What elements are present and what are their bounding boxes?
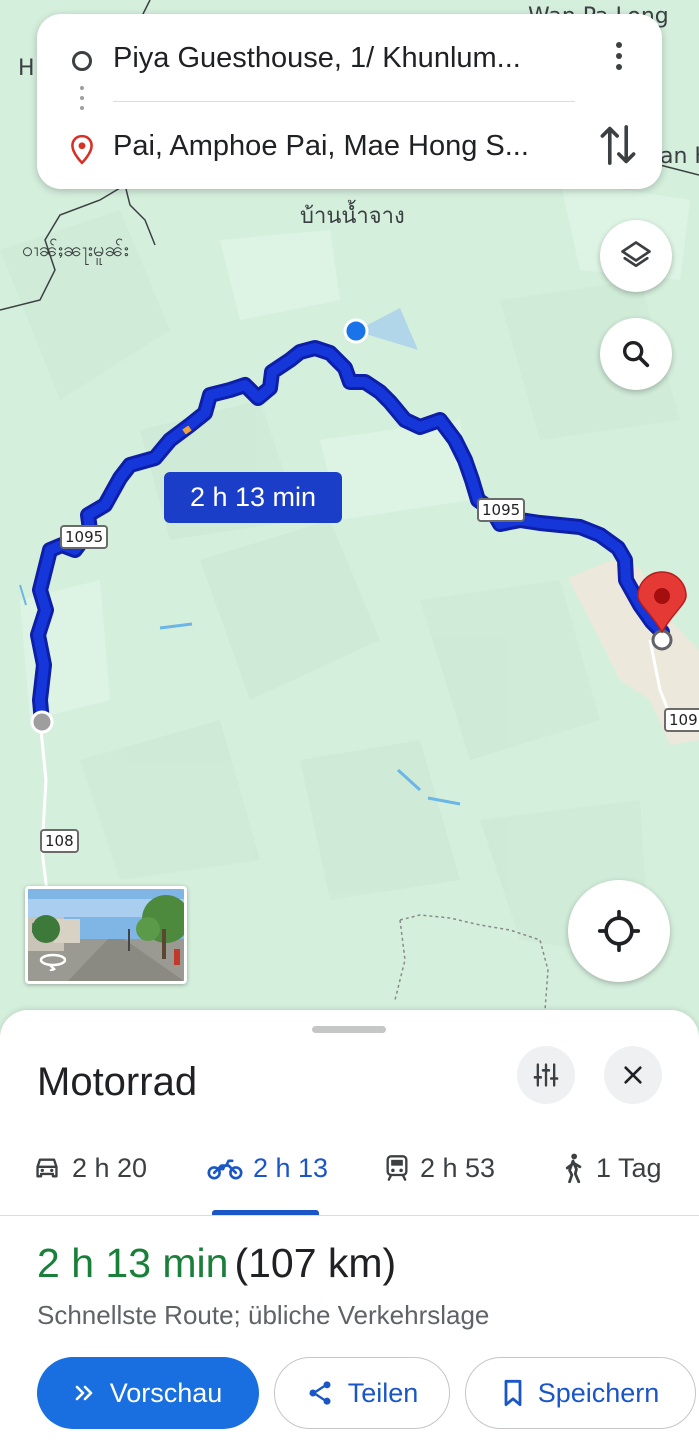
sheet-title: Motorrad	[37, 1060, 198, 1104]
save-label: Speichern	[537, 1377, 660, 1408]
close-button[interactable]	[604, 1046, 662, 1104]
map-label-top-left: H	[18, 56, 35, 81]
sheet-drag-handle[interactable]	[312, 1026, 386, 1033]
map-label-shan: ဝၢၼ်ႈၼႃးမူၼ်း	[22, 237, 129, 261]
layers-icon	[621, 241, 651, 268]
transit-icon	[386, 1155, 408, 1181]
route-options-button[interactable]	[517, 1046, 575, 1104]
duration-value: 2 h 13 min	[37, 1240, 229, 1286]
car-icon	[36, 1158, 58, 1178]
crosshair-icon	[597, 909, 641, 953]
mode-time-walk: 1 Tag	[596, 1152, 662, 1183]
search-icon	[622, 340, 650, 368]
rotate-360-icon	[39, 953, 67, 971]
origin-field[interactable]: Piya Guesthouse, 1/ Khunlum...	[113, 42, 521, 75]
my-location-button[interactable]	[568, 880, 670, 982]
mode-time-motorcycle: 2 h 13	[253, 1152, 329, 1183]
mode-tab-walk[interactable]: 1 Tag	[560, 1148, 662, 1188]
share-label: Teilen	[347, 1377, 419, 1408]
swap-icon[interactable]	[598, 122, 638, 168]
mode-tab-transit[interactable]: 2 h 53	[384, 1148, 495, 1188]
mode-time-car: 2 h 20	[72, 1152, 148, 1183]
road-shield: 109	[664, 708, 699, 732]
distance-value: (107 km)	[234, 1240, 397, 1286]
origin-circle-icon	[72, 51, 92, 71]
layers-button[interactable]	[600, 220, 672, 292]
walk-icon	[565, 1153, 582, 1183]
street-view-thumbnail[interactable]	[25, 886, 187, 984]
double-chevron-right-icon	[75, 1385, 93, 1401]
route-duration: 2 h 13 min (107 km)	[37, 1240, 396, 1287]
mode-tab-car[interactable]: 2 h 20	[32, 1148, 147, 1188]
share-button[interactable]: Teilen	[274, 1357, 450, 1429]
mode-tab-motorcycle[interactable]: 2 h 13	[207, 1148, 328, 1188]
field-divider	[113, 101, 575, 102]
road-shield: 108	[40, 829, 79, 853]
map-label-right: an H	[660, 144, 699, 169]
more-options-icon[interactable]	[604, 42, 634, 76]
preview-label: Vorschau	[109, 1377, 223, 1408]
route-description: Schnellste Route; übliche Verkehrslage	[37, 1300, 490, 1330]
destination-field[interactable]: Pai, Amphoe Pai, Mae Hong S...	[113, 130, 529, 163]
mode-time-transit: 2 h 53	[420, 1152, 496, 1183]
route-start-marker	[30, 710, 54, 734]
motorcycle-icon	[207, 1159, 243, 1180]
destination-pin-outline-icon	[71, 134, 93, 165]
road-shield: 1095	[477, 498, 526, 522]
map-label-thai-village: บ้านน้ำจาง	[300, 204, 405, 229]
tune-icon	[533, 1063, 559, 1087]
directions-sheet: Motorrad 2 h 20 2 h 13 2 h 53 1 Tag 2 h …	[0, 1010, 699, 1440]
my-location-dot	[343, 318, 369, 344]
preview-button[interactable]: Vorschau	[37, 1357, 259, 1429]
destination-row[interactable]: Pai, Amphoe Pai, Mae Hong S...	[37, 106, 662, 186]
road-shield: 1095	[60, 525, 109, 549]
search-button[interactable]	[600, 318, 672, 390]
tab-divider	[0, 1215, 699, 1216]
route-end-marker	[651, 629, 673, 651]
origin-row[interactable]: Piya Guesthouse, 1/ Khunlum...	[37, 18, 662, 98]
route-search-card: Piya Guesthouse, 1/ Khunlum... Pai, Amph…	[37, 14, 662, 189]
bookmark-icon	[504, 1379, 522, 1407]
save-button[interactable]: Speichern	[465, 1357, 696, 1429]
share-icon	[309, 1381, 331, 1405]
route-time-badge[interactable]: 2 h 13 min	[164, 472, 342, 523]
close-icon	[624, 1066, 642, 1084]
